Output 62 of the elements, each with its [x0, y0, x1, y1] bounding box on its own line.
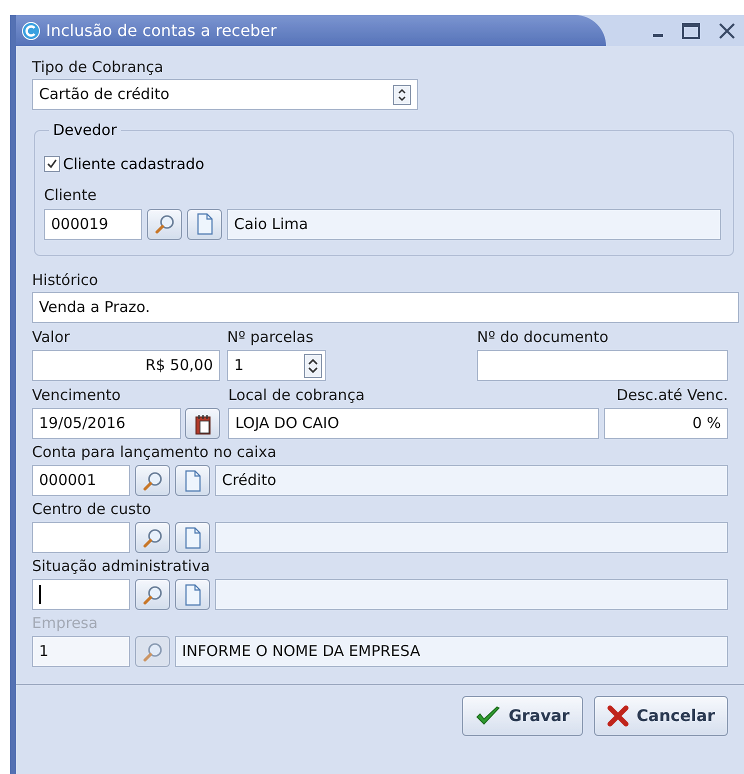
save-button[interactable]: Gravar: [462, 696, 583, 736]
new-button[interactable]: [175, 465, 210, 496]
search-icon: [154, 213, 176, 235]
field-label: Cliente: [44, 186, 98, 204]
document-icon: [196, 213, 214, 235]
new-button[interactable]: [175, 522, 210, 553]
search-icon: [142, 640, 164, 662]
new-button[interactable]: [175, 579, 210, 610]
client-code-field[interactable]: 000019: [44, 208, 142, 240]
field-label: Nº do documento: [477, 328, 610, 347]
checkmark-icon: [474, 705, 501, 727]
amount-field[interactable]: R$ 50,00: [32, 350, 220, 381]
field-label: Situação administrativa: [32, 557, 211, 576]
field-label: Nº parcelas: [227, 328, 314, 347]
checkbox-label[interactable]: Cliente cadastrado: [63, 153, 204, 176]
spinner-arrows-icon: [304, 354, 322, 378]
billing-type-dropdown[interactable]: Cartão de crédito: [32, 79, 418, 110]
code-field[interactable]: [32, 522, 130, 553]
document-icon: [184, 470, 202, 492]
window-title: Inclusão de contas a receber: [46, 20, 277, 42]
document-icon: [184, 584, 202, 606]
x-icon: [606, 705, 629, 727]
search-button[interactable]: [135, 522, 170, 553]
search-icon: [142, 526, 164, 548]
checkbox[interactable]: [44, 156, 60, 172]
description-field[interactable]: [215, 522, 728, 553]
installments-spinner[interactable]: 1: [227, 350, 326, 381]
code-field[interactable]: [32, 579, 130, 610]
field-label: Conta para lançamento no caixa: [32, 443, 278, 462]
new-button[interactable]: [187, 208, 222, 240]
search-button[interactable]: [135, 465, 170, 496]
discount-field[interactable]: 0 %: [604, 408, 728, 439]
search-button[interactable]: [147, 208, 182, 240]
text-cursor: [39, 585, 41, 604]
field-label: Histórico: [32, 271, 100, 290]
document-number-field[interactable]: [477, 350, 728, 381]
collection-place-field[interactable]: LOJA DO CAIO: [228, 408, 600, 439]
field-label: Valor: [32, 328, 71, 347]
description-field[interactable]: Crédito: [215, 465, 728, 496]
maximize-icon[interactable]: [682, 22, 700, 38]
field-label: Local de cobrança: [228, 386, 366, 405]
field-label: Tipo de Cobrança: [32, 58, 164, 77]
document-icon: [184, 526, 202, 548]
field-label: Desc.até Venc.: [616, 386, 728, 405]
field-label: Centro de custo: [32, 500, 152, 519]
client-name-field[interactable]: Caio Lima: [227, 208, 721, 240]
code-field[interactable]: 000001: [32, 465, 130, 496]
calendar-icon: [194, 412, 212, 434]
calendar-button[interactable]: [185, 408, 220, 439]
search-icon: [142, 470, 164, 492]
field-label: Empresa: [32, 614, 99, 633]
cancel-button[interactable]: Cancelar: [594, 696, 728, 736]
app-logo-icon: [22, 22, 40, 40]
field-label: Vencimento: [32, 386, 122, 405]
history-field[interactable]: Venda a Prazo.: [32, 292, 739, 323]
close-icon[interactable]: [718, 22, 736, 40]
checkmark-icon: [46, 158, 58, 170]
due-date-field[interactable]: 19/05/2016: [32, 408, 181, 439]
description-field[interactable]: [215, 579, 728, 610]
dropdown-arrows-icon: [393, 84, 411, 104]
search-button[interactable]: [135, 579, 170, 610]
search-icon: [142, 584, 164, 606]
